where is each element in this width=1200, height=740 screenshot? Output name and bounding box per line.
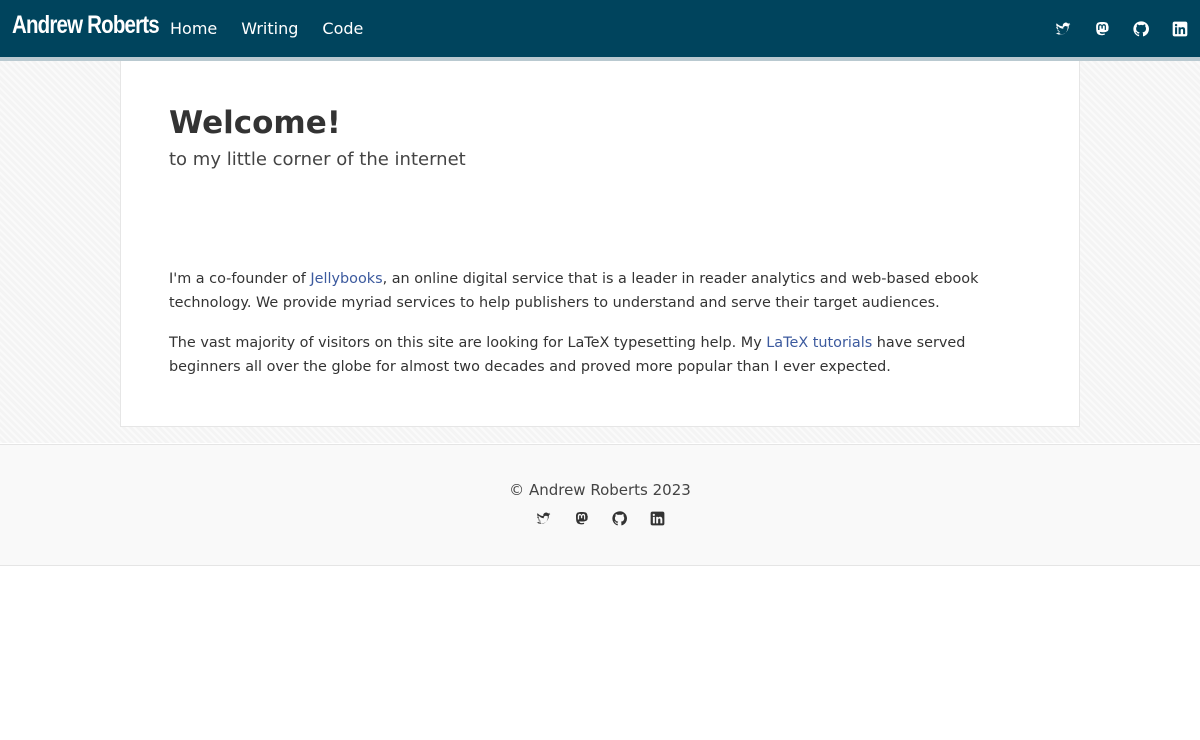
page-footer: © Andrew Roberts 2023: [0, 444, 1200, 566]
mastodon-icon[interactable]: [1094, 21, 1110, 37]
main-content: Welcome! to my little corner of the inte…: [120, 61, 1080, 427]
jellybooks-link[interactable]: Jellybooks: [310, 271, 382, 287]
top-navbar: Andrew Roberts Home Writing Code: [0, 0, 1200, 61]
latex-text-before: The vast majority of visitors on this si…: [169, 335, 767, 351]
nav-link-home[interactable]: Home: [170, 19, 217, 38]
header-social-links: [1032, 0, 1188, 57]
site-brand[interactable]: Andrew Roberts: [12, 11, 160, 40]
github-icon[interactable]: [611, 510, 627, 526]
page-subtitle: to my little corner of the internet: [169, 149, 466, 170]
latex-paragraph: The vast majority of visitors on this si…: [169, 331, 1029, 379]
page-title: Welcome!: [169, 105, 341, 141]
copyright-text: © Andrew Roberts 2023: [509, 481, 691, 499]
main-nav: Home Writing Code: [170, 0, 387, 57]
linkedin-icon[interactable]: [649, 510, 665, 526]
github-icon[interactable]: [1133, 20, 1149, 37]
nav-link-code[interactable]: Code: [322, 19, 363, 38]
nav-link-writing[interactable]: Writing: [241, 19, 298, 38]
twitter-icon[interactable]: [1055, 21, 1071, 37]
intro-text-before: I'm a co-founder of: [169, 271, 311, 287]
mastodon-icon[interactable]: [573, 510, 589, 526]
latex-tutorials-link[interactable]: LaTeX tutorials: [766, 335, 872, 351]
footer-social-links: [0, 510, 1200, 526]
linkedin-icon[interactable]: [1172, 21, 1188, 37]
twitter-icon[interactable]: [535, 510, 551, 526]
intro-paragraph: I'm a co-founder of Jellybooks, an onlin…: [169, 267, 1029, 315]
